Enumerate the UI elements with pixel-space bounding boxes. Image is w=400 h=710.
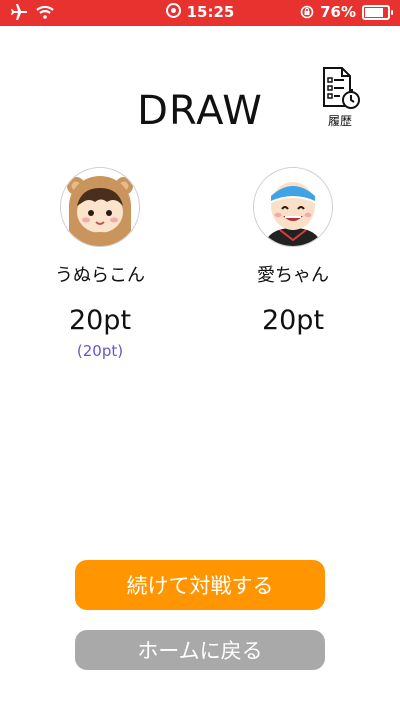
- player-score-right: 20pt: [261, 305, 325, 336]
- player-previous-score-left: (20pt): [76, 342, 124, 360]
- smiling-boy-headband-avatar: [253, 167, 333, 247]
- history-button[interactable]: 履歴: [318, 66, 362, 129]
- bear-hood-girl-avatar: [60, 167, 140, 247]
- player-score-left: 20pt: [68, 305, 132, 336]
- screen-record-icon: [165, 3, 181, 18]
- player-card-left: うぬらこん 20pt (20pt): [20, 167, 180, 360]
- battery-icon: [362, 4, 393, 20]
- battery-level-fill: [365, 7, 384, 17]
- status-right: 76%: [300, 3, 393, 21]
- continue-battle-button[interactable]: 続けて対戦する: [75, 560, 325, 610]
- battery-percent: 76%: [320, 3, 356, 21]
- player-name-right: 愛ちゃん: [257, 265, 329, 286]
- player-card-right: 愛ちゃん 20pt: [213, 167, 373, 336]
- player-name-left: うぬらこん: [55, 265, 145, 286]
- rotation-lock-icon: [300, 5, 314, 19]
- history-label: 履歴: [327, 114, 352, 128]
- status-bar: 15:25 76%: [0, 0, 400, 26]
- history-document-clock-icon: [323, 67, 360, 109]
- return-home-button[interactable]: ホームに戻る: [75, 630, 325, 670]
